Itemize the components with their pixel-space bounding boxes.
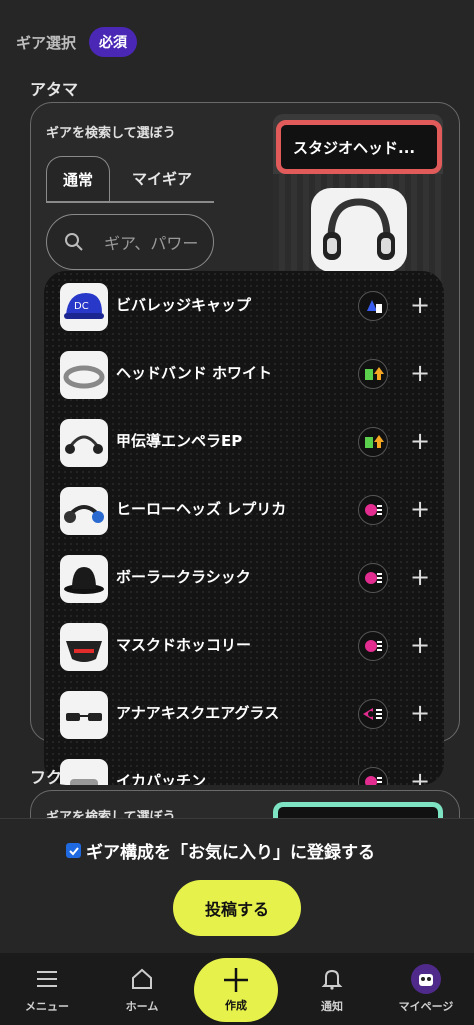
- search-icon: [65, 233, 83, 251]
- triangle-ink-icon: [358, 291, 388, 321]
- favorite-label[interactable]: ギア構成を「お気に入り」に登録する: [86, 838, 375, 863]
- avatar[interactable]: [411, 964, 441, 994]
- run-icon: [358, 767, 388, 785]
- gear-name: ビバレッジキャップ: [116, 296, 252, 314]
- list-item[interactable]: DC ビバレッジキャップ +: [44, 271, 444, 339]
- list-item[interactable]: ボーラークラシック +: [44, 543, 444, 611]
- svg-text:DC: DC: [74, 301, 89, 312]
- run-icon: [358, 495, 388, 525]
- list-item[interactable]: マスクドホッコリー +: [44, 611, 444, 679]
- run-icon: [358, 631, 388, 661]
- post-button[interactable]: 投稿する: [173, 880, 301, 936]
- gear-name: ヘッドバンド ホワイト: [116, 364, 272, 382]
- list-item[interactable]: イカパッチン +: [44, 747, 444, 785]
- gear-name: マスクドホッコリー: [116, 636, 252, 654]
- tab-divider: [46, 201, 214, 203]
- tab-my-gear[interactable]: マイギア: [118, 156, 206, 200]
- gear-name: 甲伝導エンペラEP: [116, 432, 243, 450]
- gear-dropdown-list[interactable]: DC ビバレッジキャップ + ヘッドバンド ホワイト + 甲伝導エンペラEP +…: [44, 271, 444, 785]
- favorite-checkbox[interactable]: [66, 843, 81, 858]
- nav-label: ホーム: [125, 1000, 159, 1013]
- nav-label: 通知: [321, 1000, 343, 1013]
- add-gear-button[interactable]: +: [410, 768, 430, 785]
- search-placeholder: ギア、パワー: [104, 234, 199, 253]
- list-item[interactable]: 甲伝導エンペラEP +: [44, 407, 444, 475]
- section-label-head: アタマ: [30, 80, 79, 99]
- home-icon: [132, 968, 152, 989]
- bell-icon: [321, 969, 343, 990]
- add-gear-button[interactable]: +: [410, 564, 430, 590]
- plus-icon: [224, 968, 248, 992]
- cap-image: DC: [60, 283, 108, 331]
- swim-icon: [358, 699, 388, 729]
- section-label-body: フク: [30, 768, 63, 787]
- headphones-image: [311, 188, 407, 272]
- add-gear-button[interactable]: +: [410, 632, 430, 658]
- run-icon: [358, 563, 388, 593]
- gear-name: ボーラークラシック: [116, 568, 251, 586]
- list-item[interactable]: ヒーローヘッズ レプリカ +: [44, 475, 444, 543]
- nav-menu[interactable]: メニュー: [2, 953, 92, 1025]
- earphone-image: [60, 419, 108, 467]
- gear-name: ヒーローヘッズ レプリカ: [116, 500, 287, 518]
- add-gear-button[interactable]: +: [410, 428, 430, 454]
- hero-headset-image: [60, 487, 108, 535]
- hair-clip-image: [60, 759, 108, 785]
- tab-normal[interactable]: 通常: [46, 156, 110, 202]
- nav-label: マイページ: [398, 1000, 454, 1013]
- gear-name: イカパッチン: [116, 772, 207, 785]
- add-gear-button[interactable]: +: [410, 700, 430, 726]
- bowler-hat-image: [60, 555, 108, 603]
- glasses-image: [60, 691, 108, 739]
- menu-icon: [37, 971, 57, 987]
- gear-name: アナアキスクエアグラス: [116, 704, 280, 722]
- search-caption: ギアを検索して選ぼう: [46, 126, 176, 141]
- nav-notify[interactable]: 通知: [287, 953, 377, 1025]
- create-label: 作成: [225, 999, 247, 1012]
- add-gear-button[interactable]: +: [410, 360, 430, 386]
- mask-image: [60, 623, 108, 671]
- selected-gear-name: スタジオヘッド...: [276, 120, 442, 174]
- add-gear-button[interactable]: +: [410, 292, 430, 318]
- list-item[interactable]: アナアキスクエアグラス +: [44, 679, 444, 747]
- nav-label: メニュー: [25, 1000, 69, 1013]
- ink-up-icon: [358, 427, 388, 457]
- list-item[interactable]: ヘッドバンド ホワイト +: [44, 339, 444, 407]
- nav-home[interactable]: ホーム: [97, 953, 187, 1025]
- ink-up-icon: [358, 359, 388, 389]
- required-badge: 必須: [89, 27, 137, 57]
- add-gear-button[interactable]: +: [410, 496, 430, 522]
- headband-image: [60, 351, 108, 399]
- page-title: ギア選択: [16, 34, 77, 52]
